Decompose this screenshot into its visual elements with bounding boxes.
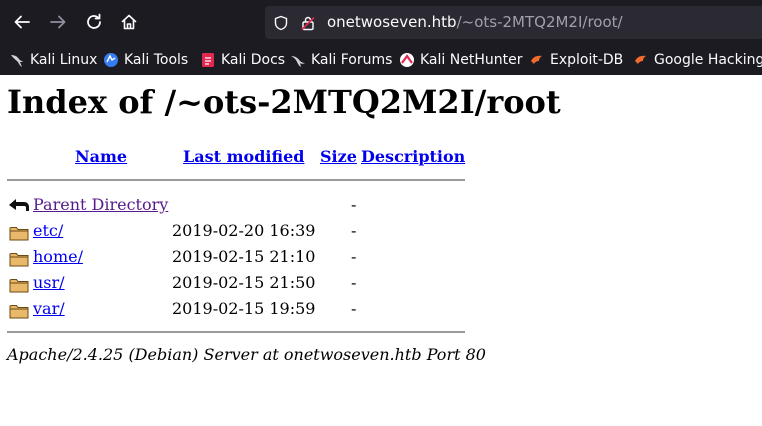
bookmark-kali-forums[interactable]: Kali Forums bbox=[290, 49, 392, 71]
forward-button[interactable] bbox=[44, 8, 72, 36]
back-arrow-icon bbox=[14, 15, 30, 29]
modified-date: 2019-02-15 19:59 bbox=[172, 299, 316, 318]
file-size: - bbox=[351, 221, 357, 240]
page-title: Index of /~ots-2MTQ2M2I/root bbox=[7, 83, 561, 121]
bookmark-kali-tools[interactable]: Kali Tools bbox=[103, 49, 188, 71]
tracking-protection-shield-icon[interactable] bbox=[273, 15, 289, 31]
kali-dragon-icon bbox=[11, 55, 23, 67]
folder-icon bbox=[9, 227, 29, 241]
column-header-description[interactable]: Description bbox=[361, 147, 465, 166]
forward-arrow-icon bbox=[50, 15, 66, 29]
directory-link-var[interactable]: var/ bbox=[33, 299, 65, 318]
bookmark-label: Kali Tools bbox=[124, 52, 189, 68]
modified-date: 2019-02-15 21:10 bbox=[172, 247, 316, 266]
table-row: home/ 2019-02-15 21:10 - bbox=[7, 247, 477, 269]
bookmark-exploit-db[interactable]: Exploit-DB bbox=[529, 49, 623, 71]
home-button[interactable] bbox=[115, 8, 143, 36]
table-row: usr/ 2019-02-15 21:50 - bbox=[7, 273, 477, 295]
file-size: - bbox=[351, 299, 357, 318]
folder-icon bbox=[9, 253, 29, 267]
reload-icon bbox=[87, 13, 101, 29]
reload-button[interactable] bbox=[80, 8, 108, 36]
file-size: - bbox=[351, 247, 357, 266]
footer-divider bbox=[7, 331, 465, 333]
bookmark-kali-nethunter[interactable]: Kali NetHunter bbox=[399, 49, 522, 71]
kali-forums-icon bbox=[291, 56, 305, 67]
header-divider bbox=[7, 179, 465, 181]
directory-link-home[interactable]: home/ bbox=[33, 247, 83, 266]
bookmark-label: Kali NetHunter bbox=[420, 52, 523, 68]
directory-link-usr[interactable]: usr/ bbox=[33, 273, 65, 292]
bookmark-label: Kali Linux bbox=[30, 52, 98, 68]
server-signature: Apache/2.4.25 (Debian) Server at onetwos… bbox=[7, 345, 486, 364]
insecure-lock-icon[interactable] bbox=[300, 15, 316, 31]
kali-tools-icon bbox=[104, 53, 118, 67]
exploit-db-icon bbox=[531, 55, 542, 64]
home-icon bbox=[121, 14, 137, 30]
ghdb-icon bbox=[635, 55, 646, 64]
parent-directory-link[interactable]: Parent Directory bbox=[33, 195, 168, 214]
column-header-size[interactable]: Size bbox=[320, 147, 357, 166]
bookmark-label: Google Hacking D bbox=[654, 52, 762, 68]
browser-toolbar: onetwoseven.htb/~ots-2MTQ2M2I/root/ bbox=[0, 0, 762, 45]
bookmark-google-hacking-db[interactable]: Google Hacking D bbox=[633, 49, 762, 71]
table-row: etc/ 2019-02-20 16:39 - bbox=[7, 221, 477, 243]
column-header-name[interactable]: Name bbox=[75, 147, 127, 166]
back-button[interactable] bbox=[8, 8, 36, 36]
url-path: /~ots-2MTQ2M2I/root/ bbox=[456, 13, 623, 31]
table-row: var/ 2019-02-15 19:59 - bbox=[7, 299, 477, 321]
modified-date: 2019-02-20 16:39 bbox=[172, 221, 316, 240]
bookmark-label: Exploit-DB bbox=[550, 52, 624, 68]
bookmark-kali-docs[interactable]: Kali Docs bbox=[200, 49, 285, 71]
directory-link-etc[interactable]: etc/ bbox=[33, 221, 63, 240]
bookmark-label: Kali Forums bbox=[311, 52, 393, 68]
url-text[interactable]: onetwoseven.htb/~ots-2MTQ2M2I/root/ bbox=[327, 13, 623, 31]
modified-date: 2019-02-15 21:50 bbox=[172, 273, 316, 292]
folder-icon bbox=[9, 305, 29, 319]
file-size: - bbox=[351, 195, 357, 214]
back-icon bbox=[9, 199, 29, 211]
folder-icon bbox=[9, 279, 29, 293]
bookmark-label: Kali Docs bbox=[221, 52, 286, 68]
bookmark-kali-linux[interactable]: Kali Linux bbox=[9, 49, 97, 71]
bookmarks-toolbar: Kali Linux Kali Tools Kali Docs Kali For… bbox=[0, 45, 762, 75]
url-host: onetwoseven.htb bbox=[327, 13, 457, 31]
table-row: Parent Directory - bbox=[7, 195, 477, 217]
nethunter-icon bbox=[400, 53, 414, 67]
file-size: - bbox=[351, 273, 357, 292]
url-bar[interactable]: onetwoseven.htb/~ots-2MTQ2M2I/root/ bbox=[265, 6, 762, 39]
kali-docs-icon bbox=[202, 53, 214, 67]
column-header-last-modified[interactable]: Last modified bbox=[183, 147, 304, 166]
